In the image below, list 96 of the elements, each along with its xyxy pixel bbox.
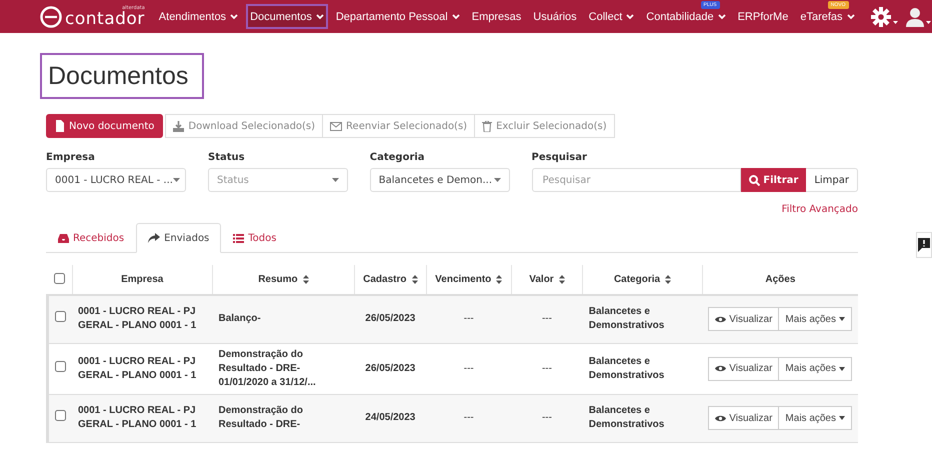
sort-icon [412, 275, 418, 284]
column-header[interactable]: Valor [529, 274, 554, 285]
table-cell: --- [464, 412, 474, 423]
view-button[interactable]: Visualizar [708, 406, 780, 430]
share-icon [148, 233, 160, 243]
table-cell: --- [542, 313, 552, 324]
table-cell: Balanço- [218, 313, 261, 324]
nav-menu-item[interactable]: Atendimentos [154, 4, 242, 29]
row-checkbox[interactable] [55, 311, 66, 322]
sort-icon [302, 275, 309, 284]
search-icon [749, 174, 760, 186]
user-icon [906, 6, 924, 26]
select-field[interactable]: Balancetes e Demon... [370, 168, 510, 192]
caret-icon [839, 317, 845, 322]
tab[interactable]: Recebidos [46, 223, 136, 253]
table-cell: Balancetes e Demonstrativos [588, 356, 664, 380]
caret-icon [839, 366, 845, 370]
more-actions-button[interactable]: Mais ações [779, 307, 852, 332]
select-all-checkbox[interactable] [54, 272, 65, 284]
sort-icon [558, 275, 565, 284]
chevron-down-icon [718, 14, 726, 20]
file-icon [55, 120, 65, 132]
nav-menu-item[interactable]: Collect [584, 4, 638, 29]
logo-e-icon [40, 6, 62, 28]
field-label: Pesquisar [532, 152, 588, 163]
table-cell: Demonstração do Resultado - DRE- [218, 405, 303, 430]
table-cell: Demonstração do Resultado - DRE-01/01/2020 a 31/12/... [218, 348, 316, 388]
search-field[interactable]: Pesquisar [532, 168, 742, 192]
column-header[interactable]: Empresa [121, 274, 164, 285]
caret-icon [892, 20, 898, 24]
dropdown-caret-icon [332, 178, 339, 182]
field-label: Categoria [370, 152, 426, 163]
table-cell: --- [542, 412, 552, 423]
select-field[interactable]: 0001 - LUCRO REAL - ... [46, 168, 186, 192]
caret-icon [839, 416, 845, 420]
list-icon [233, 234, 244, 242]
new-document-button[interactable]: Novo documento [46, 114, 164, 138]
view-button[interactable]: Visualizar [708, 307, 780, 332]
more-actions-button[interactable]: Mais ações [779, 406, 852, 430]
column-header[interactable]: Resumo [258, 274, 298, 285]
eye-icon [715, 316, 726, 323]
toolbar-button[interactable]: Excluir Selecionado(s) [474, 114, 615, 138]
nav-menu-item[interactable]: Empresas [468, 4, 526, 29]
caret-icon [926, 20, 931, 24]
chevron-down-icon [316, 14, 324, 20]
column-header[interactable]: Categoria [614, 274, 660, 285]
table-cell: 26/05/2023 [365, 362, 416, 374]
feedback-tab[interactable] [916, 232, 932, 258]
dropdown-caret-icon [172, 178, 180, 182]
page-title: Documentos [40, 53, 204, 99]
inbox-icon [58, 234, 69, 242]
tab[interactable]: Enviados [136, 223, 222, 253]
nav-menu-item[interactable]: Usuários [529, 4, 581, 29]
table-cell: 24/05/2023 [365, 412, 416, 423]
row-checkbox[interactable] [55, 410, 66, 421]
settings-icon [870, 6, 891, 26]
column-header[interactable]: Vencimento [435, 274, 492, 285]
advanced-filter-link[interactable]: Filtro Avançado [782, 204, 858, 215]
table-cell: 0001 - LUCRO REAL - PJ GERAL - PLANO 0001 - 1 [78, 405, 196, 430]
chevron-down-icon [452, 14, 460, 20]
download-icon [173, 120, 184, 132]
table-cell: 26/05/2023 [365, 313, 416, 324]
table-cell: Balancetes e Demonstrativos [588, 405, 664, 430]
column-header[interactable]: Cadastro [363, 274, 406, 285]
table-cell: 0001 - LUCRO REAL - PJ GERAL - PLANO 0001 - 1 [78, 356, 196, 380]
table-cell: --- [542, 362, 552, 374]
clear-button[interactable]: Limpar [806, 168, 858, 192]
table-cell: 0001 - LUCRO REAL - PJ GERAL - PLANO 0001 - 1 [78, 306, 196, 332]
toolbar-button[interactable]: Reenviar Selecionado(s) [322, 114, 476, 138]
table-cell: --- [464, 313, 474, 324]
sort-icon [665, 275, 672, 284]
nav-menu-item[interactable]: Documentos [246, 4, 328, 29]
filter-button[interactable]: Filtrar [741, 168, 806, 192]
table-cell: Balancetes e Demonstrativos [588, 306, 664, 332]
trash-icon [482, 120, 492, 132]
logo-text: contador [65, 10, 145, 28]
sort-icon [496, 275, 502, 284]
tab[interactable]: Todos [221, 223, 288, 253]
envelope-icon [330, 122, 342, 130]
chevron-down-icon [846, 14, 855, 20]
field-label: Empresa [46, 152, 96, 163]
field-label: Status [208, 152, 246, 163]
chevron-down-icon [626, 14, 634, 20]
feedback-icon [918, 238, 930, 252]
column-header[interactable]: Ações [765, 274, 796, 285]
nav-menu-item[interactable]: Departamento Pessoal [332, 4, 464, 29]
row-checkbox[interactable] [55, 360, 66, 372]
more-actions-button[interactable]: Mais ações [779, 356, 852, 380]
toolbar-button[interactable]: Download Selecionado(s) [165, 114, 324, 138]
table-cell: --- [464, 362, 474, 374]
view-button[interactable]: Visualizar [708, 356, 780, 380]
dropdown-caret-icon [494, 178, 501, 182]
eye-icon [715, 365, 726, 372]
nav-menu-item[interactable]: ERPforMe [734, 4, 792, 29]
chevron-down-icon [230, 14, 238, 20]
eye-icon [715, 414, 726, 422]
